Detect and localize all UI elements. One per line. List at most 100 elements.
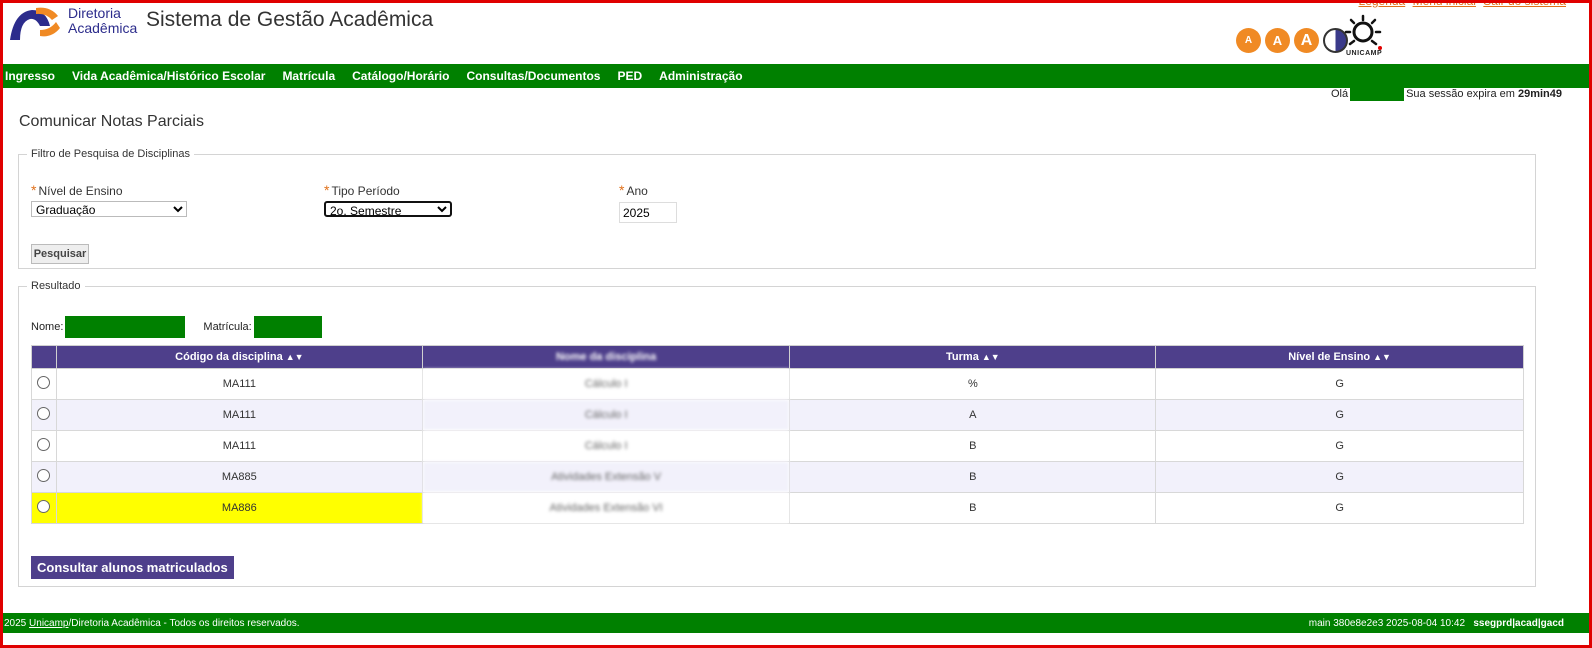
codigo-cell: MA886 xyxy=(55,492,423,524)
table-row[interactable]: MA111 Cálculo I % G xyxy=(31,368,1524,400)
nome-cell: Cálculo I xyxy=(421,430,791,462)
row-radio[interactable] xyxy=(37,376,51,389)
col-header-nome[interactable]: Nome da disciplina xyxy=(421,345,791,369)
nav-matricula[interactable]: Matrícula xyxy=(282,69,335,83)
nivel-ensino-select[interactable]: Graduação xyxy=(31,201,187,217)
consultar-alunos-button[interactable]: Consultar alunos matriculados xyxy=(31,556,234,579)
ano-label: * Ano xyxy=(619,182,648,198)
sort-icon: ▲▼ xyxy=(981,352,1000,362)
nivel-label-text: Nível de Ensino xyxy=(38,184,123,198)
row-select-cell xyxy=(31,492,57,524)
nivel-cell: G xyxy=(1155,430,1524,462)
sort-icon: ▲▼ xyxy=(285,352,304,362)
font-small-button[interactable]: A xyxy=(1236,28,1261,53)
footer-year: 2025 xyxy=(4,617,27,629)
row-select-cell xyxy=(31,368,57,400)
session-expires-text: Sua sessão expira em xyxy=(1406,88,1515,100)
student-info: Nome: Matrícula: xyxy=(31,316,322,338)
footer-build-info: main 380e8e2e3 2025-08-04 10:42 ssegprd|… xyxy=(1309,618,1564,629)
row-select-cell xyxy=(31,461,57,493)
font-large-button[interactable]: A xyxy=(1294,28,1319,53)
matricula-label: Matrícula: xyxy=(203,321,252,333)
col-header-nivel[interactable]: Nível de Ensino ▲▼ xyxy=(1155,345,1524,369)
table-row-highlighted[interactable]: MA886 Atividades Extensão VI B G xyxy=(31,492,1524,524)
turma-cell: B xyxy=(789,430,1157,462)
codigo-cell: MA111 xyxy=(55,430,423,462)
redacted-name xyxy=(65,316,186,338)
nivel-cell: G xyxy=(1155,461,1524,493)
pesquisar-button[interactable]: Pesquisar xyxy=(31,244,89,264)
nome-cell: Atividades Extensão V xyxy=(421,461,791,493)
brand-line1: Diretoria xyxy=(68,5,121,21)
nav-consultas-documentos[interactable]: Consultas/Documentos xyxy=(466,69,600,83)
nome-cell: Cálculo I xyxy=(421,368,791,400)
turma-cell: % xyxy=(789,368,1157,400)
filter-fieldset: Filtro de Pesquisa de Disciplinas * Nível… xyxy=(18,148,1536,269)
footer-unicamp-link[interactable]: Unicamp xyxy=(29,618,68,629)
nav-catalogo-horario[interactable]: Catálogo/Horário xyxy=(352,69,449,83)
turma-cell: A xyxy=(789,399,1157,431)
session-expires-time: 29min49 xyxy=(1517,88,1562,100)
brand-line2: Acadêmica xyxy=(68,20,138,36)
nivel-label: * Nível de Ensino xyxy=(31,182,123,198)
filter-legend: Filtro de Pesquisa de Disciplinas xyxy=(31,148,190,160)
footer-build: main 380e8e2e3 2025-08-04 10:42 xyxy=(1308,617,1466,629)
col-header-codigo[interactable]: Código da disciplina ▲▼ xyxy=(55,345,423,369)
ano-input[interactable] xyxy=(619,202,677,223)
footer-server: ssegprd|acad|gacd xyxy=(1473,617,1564,629)
row-radio[interactable] xyxy=(37,407,51,420)
nivel-cell: G xyxy=(1155,399,1524,431)
nome-label: Nome: xyxy=(31,321,64,333)
nome-cell: Atividades Extensão VI xyxy=(421,492,791,524)
nav-ped[interactable]: PED xyxy=(617,69,642,83)
periodo-label-text: Tipo Período xyxy=(331,184,400,198)
periodo-label: * Tipo Período xyxy=(324,182,400,198)
tipo-periodo-select[interactable]: 2o. Semestre xyxy=(324,201,452,217)
main-nav: Ingresso Vida Acadêmica/Histórico Escola… xyxy=(0,64,1592,88)
legenda-link[interactable]: Legenda xyxy=(1359,0,1406,8)
nav-vida-academica[interactable]: Vida Acadêmica/Histórico Escolar xyxy=(72,69,265,83)
row-radio[interactable] xyxy=(37,438,51,451)
nav-ingresso[interactable]: Ingresso xyxy=(5,69,55,83)
ano-label-text: Ano xyxy=(626,184,648,198)
select-column-header xyxy=(31,345,57,369)
redacted-matricula xyxy=(253,316,322,338)
page-title: Comunicar Notas Parciais xyxy=(19,113,204,130)
footer: 2025 Unicamp/Diretoria Acadêmica - Todos… xyxy=(0,613,1592,633)
accessibility-controls: A A A xyxy=(1236,28,1348,53)
redacted-username xyxy=(1350,87,1405,101)
unicamp-label: UNICAMP xyxy=(1346,50,1383,57)
required-asterisk-icon: * xyxy=(324,182,330,198)
menu-inicial-link[interactable]: Menu inicial xyxy=(1413,0,1476,8)
table-row[interactable]: MA111 Cálculo I A G xyxy=(31,399,1524,431)
top-links: Legenda Menu inicial Sair do sistema xyxy=(1355,0,1566,8)
nome-cell: Cálculo I xyxy=(421,399,791,431)
disciplines-table: Código da disciplina ▲▼ Nome da disciplin… xyxy=(31,345,1524,524)
table-row[interactable]: MA111 Cálculo I B G xyxy=(31,430,1524,462)
codigo-cell: MA111 xyxy=(55,399,423,431)
session-info: Olá Sua sessão expira em 29min49 xyxy=(1331,87,1562,101)
nav-administracao[interactable]: Administração xyxy=(659,69,742,83)
font-medium-button[interactable]: A xyxy=(1265,28,1290,53)
row-select-cell xyxy=(31,399,57,431)
codigo-cell: MA885 xyxy=(55,461,423,493)
col-header-nivel-text: Nível de Ensino xyxy=(1288,351,1371,363)
col-header-codigo-text: Código da disciplina xyxy=(175,351,283,363)
required-asterisk-icon: * xyxy=(619,182,625,198)
footer-copyright: 2025 Unicamp/Diretoria Acadêmica - Todos… xyxy=(4,618,300,629)
diretoria-logo-icon xyxy=(10,7,60,40)
sair-link[interactable]: Sair do sistema xyxy=(1483,0,1566,8)
header: Diretoria Acadêmica Sistema de Gestão Ac… xyxy=(0,0,1592,64)
system-title: Sistema de Gestão Acadêmica xyxy=(146,8,434,31)
row-radio[interactable] xyxy=(37,500,51,513)
col-header-nome-text: Nome da disciplina xyxy=(555,351,657,363)
result-fieldset: Resultado Nome: Matrícula: Código da dis… xyxy=(18,280,1536,587)
turma-cell: B xyxy=(789,461,1157,493)
codigo-cell: MA111 xyxy=(55,368,423,400)
footer-rights: /Diretoria Acadêmica - Todos os direitos… xyxy=(68,617,300,629)
row-radio[interactable] xyxy=(37,469,51,482)
nivel-cell: G xyxy=(1155,368,1524,400)
greeting: Olá xyxy=(1330,88,1349,100)
table-row[interactable]: MA885 Atividades Extensão V B G xyxy=(31,461,1524,493)
col-header-turma[interactable]: Turma ▲▼ xyxy=(789,345,1157,369)
